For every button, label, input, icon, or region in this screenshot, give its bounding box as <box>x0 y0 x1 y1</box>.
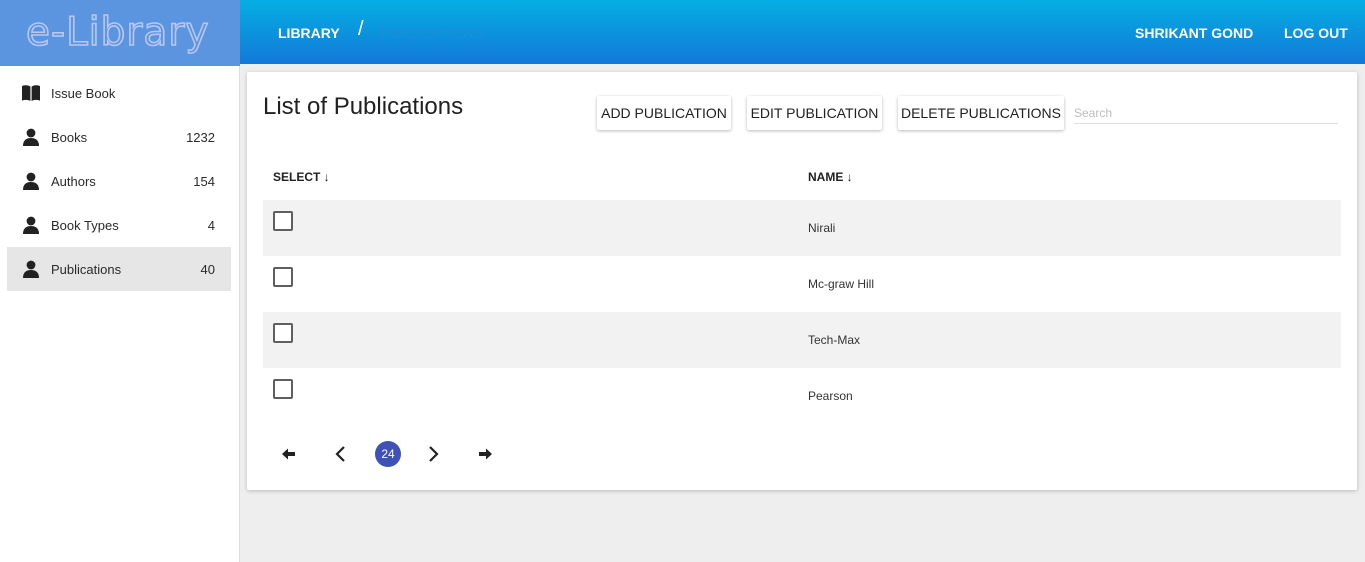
delete-publications-button[interactable]: DELETE PUBLICATIONS <box>898 96 1064 130</box>
last-page-button[interactable] <box>473 442 497 466</box>
search-input[interactable] <box>1074 102 1338 124</box>
user-name-button[interactable]: SHRIKANT GOND <box>1135 25 1253 41</box>
pagination: 24 <box>247 438 547 468</box>
app-logo: e-Library <box>25 9 210 56</box>
table-row: Tech-Max <box>263 312 1341 368</box>
sidebar-item-count: 154 <box>193 174 215 189</box>
sidebar-item-label: Book Types <box>51 218 119 233</box>
column-header-select[interactable]: SELECT ↓ <box>273 170 330 184</box>
person-icon <box>23 260 39 278</box>
sidebar-item-label: Authors <box>51 174 96 189</box>
edit-publication-button[interactable]: EDIT PUBLICATION <box>747 96 882 130</box>
sidebar-item-books[interactable]: Books 1232 <box>7 115 231 159</box>
sidebar: e-Library Issue Book Books 1232 Authors … <box>0 0 240 562</box>
book-icon <box>22 85 40 101</box>
row-checkbox[interactable] <box>273 379 293 399</box>
person-icon <box>23 172 39 190</box>
sidebar-item-issue-book[interactable]: Issue Book <box>7 71 231 115</box>
publication-name: Pearson <box>808 389 853 403</box>
sidebar-item-authors[interactable]: Authors 154 <box>7 159 231 203</box>
sidebar-item-count: 40 <box>200 262 215 277</box>
sidebar-item-publications[interactable]: Publications 40 <box>7 247 231 291</box>
person-icon <box>23 128 39 146</box>
top-header: LIBRARY / PUBLICATIONS SHRIKANT GOND LOG… <box>240 0 1365 64</box>
next-page-button[interactable] <box>421 442 445 466</box>
row-checkbox[interactable] <box>273 211 293 231</box>
previous-page-button[interactable] <box>329 442 353 466</box>
sidebar-item-label: Books <box>51 130 88 145</box>
chevron-right-icon <box>429 446 439 462</box>
publication-name: Mc-graw Hill <box>808 277 874 291</box>
person-icon <box>23 216 39 234</box>
logout-button[interactable]: LOG OUT <box>1284 25 1348 41</box>
table-row: Mc-graw Hill <box>263 256 1341 312</box>
logo-area[interactable]: e-Library <box>0 0 240 66</box>
sidebar-item-count: 1232 <box>186 130 215 145</box>
sidebar-nav: Issue Book Books 1232 Authors 154 Book T… <box>7 71 231 291</box>
current-page-badge[interactable]: 24 <box>375 441 401 467</box>
publications-card: List of Publications ADD PUBLICATION EDI… <box>247 72 1357 490</box>
row-checkbox[interactable] <box>273 323 293 343</box>
breadcrumb-publications: PUBLICATIONS <box>381 25 483 41</box>
arrow-left-icon <box>282 448 295 460</box>
first-page-button[interactable] <box>277 442 301 466</box>
row-checkbox[interactable] <box>273 267 293 287</box>
table-row: Nirali <box>263 200 1341 256</box>
publication-name: Nirali <box>808 221 836 235</box>
chevron-left-icon <box>335 446 345 462</box>
breadcrumb-library[interactable]: LIBRARY <box>278 25 340 41</box>
publication-name: Tech-Max <box>808 333 861 347</box>
add-publication-button[interactable]: ADD PUBLICATION <box>597 96 731 130</box>
column-header-name[interactable]: NAME ↓ <box>808 170 853 184</box>
sidebar-item-label: Publications <box>51 262 122 277</box>
arrow-right-icon <box>479 448 492 460</box>
sidebar-item-book-types[interactable]: Book Types 4 <box>7 203 231 247</box>
sidebar-item-label: Issue Book <box>51 86 116 101</box>
breadcrumb-separator: / <box>358 18 364 40</box>
sidebar-item-count: 4 <box>207 218 215 233</box>
table-row: Pearson <box>263 368 1341 424</box>
page-title: List of Publications <box>263 93 464 120</box>
